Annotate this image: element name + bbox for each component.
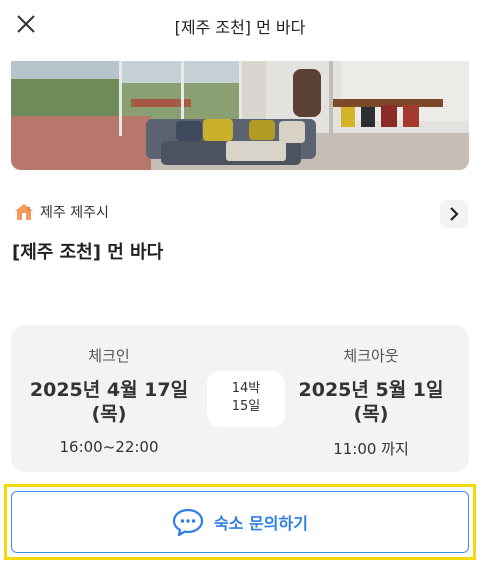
checkout-time: 11:00 까지 (333, 440, 409, 458)
location-detail-button[interactable] (440, 200, 468, 228)
hero-image[interactable] (11, 61, 469, 170)
checkout-label: 체크아웃 (343, 347, 399, 365)
checkout-day: (목) (353, 403, 389, 425)
checkin-day: (목) (91, 403, 127, 425)
location-text: 제주 제주시 (40, 205, 109, 221)
checkout-date-text: 2025년 5월 1일 (298, 379, 444, 401)
chat-bubble-icon (172, 508, 204, 536)
inquiry-button[interactable]: 숙소 문의하기 (11, 491, 469, 553)
location-row: 제주 제주시 (14, 202, 109, 222)
inquiry-label: 숙소 문의하기 (214, 514, 308, 533)
chevron-right-icon (450, 207, 459, 221)
top-bar: [제주 조천] 먼 바다 (0, 0, 480, 52)
checkin-time: 16:00~22:00 (59, 438, 159, 456)
page: [제주 조천] 먼 바다 제주 제주시 [제주 조천] 먼 바다 체크인 202… (0, 0, 480, 565)
stay-dates-card: 체크인 2025년 4월 17일 (목) 16:00~22:00 14박 15일… (11, 325, 469, 472)
nights-badge: 14박 15일 (207, 371, 285, 427)
checkin-date: 2025년 4월 17일 (목) (19, 378, 199, 426)
checkin-label: 체크인 (88, 347, 130, 365)
living-room-photo (11, 61, 469, 170)
checkin-date-text: 2025년 4월 17일 (29, 379, 189, 401)
nights-count: 14박 (231, 381, 261, 396)
checkin-column: 체크인 2025년 4월 17일 (목) 16:00~22:00 (19, 325, 199, 456)
listing-title: [제주 조천] 먼 바다 (12, 242, 164, 263)
home-icon (15, 204, 33, 220)
checkout-column: 체크아웃 2025년 5월 1일 (목) 11:00 까지 (281, 325, 461, 459)
checkout-date: 2025년 5월 1일 (목) (281, 378, 461, 426)
page-title: [제주 조천] 먼 바다 (174, 18, 306, 37)
days-count: 15일 (231, 399, 261, 414)
